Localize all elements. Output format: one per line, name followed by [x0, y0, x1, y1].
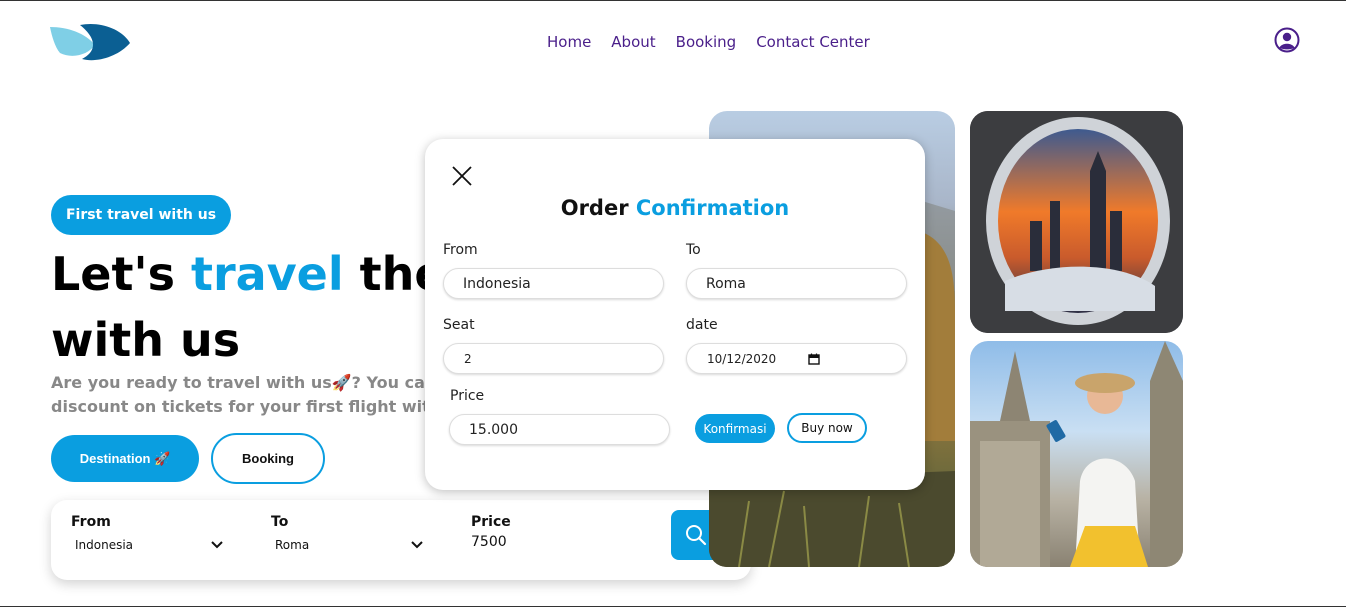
search-price-label: Price — [471, 514, 511, 530]
search-icon — [686, 525, 707, 546]
first-travel-badge[interactable]: First travel with us — [51, 195, 231, 235]
nav-about[interactable]: About — [611, 33, 655, 51]
modal-to-label: To — [686, 242, 701, 258]
modal-date-label: date — [686, 317, 718, 333]
modal-title-part1: Order — [560, 196, 636, 220]
close-icon[interactable] — [451, 165, 473, 187]
search-to-select[interactable]: Roma — [275, 538, 423, 552]
hero-title-part1: Let's — [51, 247, 191, 301]
hero-title-line2: with us — [51, 313, 241, 367]
modal-seat-input[interactable]: 2 — [443, 343, 664, 374]
modal-price-label: Price — [450, 388, 485, 404]
hero-subtitle: Are you ready to travel with us🚀? You ca… — [51, 371, 468, 419]
modal-to-input[interactable]: Roma — [686, 268, 907, 299]
search-card: From Indonesia To Roma Price 7500 — [51, 500, 751, 580]
konfirmasi-button[interactable]: Konfirmasi — [695, 414, 775, 443]
chevron-down-icon — [411, 541, 423, 549]
nav-booking[interactable]: Booking — [676, 33, 737, 51]
search-to-value: Roma — [275, 538, 310, 552]
search-from-value: Indonesia — [75, 538, 134, 552]
modal-title-accent: Confirmation — [635, 196, 790, 220]
modal-price-input[interactable]: 15.000 — [449, 414, 670, 445]
travel-photo-airplane-window — [970, 111, 1183, 333]
user-icon[interactable] — [1274, 27, 1300, 53]
search-to-label: To — [271, 514, 289, 530]
travel-photo-woman-city — [970, 341, 1183, 567]
modal-date-input[interactable]: 10/12/2020 — [686, 343, 907, 374]
modal-date-value: 10/12/2020 — [707, 351, 777, 366]
hero-subtitle-line1: Are you ready to travel with us🚀? You ca… — [51, 373, 465, 392]
modal-from-input[interactable]: Indonesia — [443, 268, 664, 299]
booking-button[interactable]: Booking — [211, 433, 325, 484]
nav-contact-center[interactable]: Contact Center — [756, 33, 870, 51]
order-confirmation-modal: Order Confirmation From Indonesia To Rom… — [425, 139, 925, 490]
main-nav: Home About Booking Contact Center — [547, 33, 870, 51]
search-from-label: From — [71, 514, 111, 530]
chevron-down-icon — [211, 541, 223, 549]
modal-seat-label: Seat — [443, 317, 475, 333]
hero-title-accent: travel — [190, 247, 344, 301]
destination-button[interactable]: Destination 🚀 — [51, 435, 199, 482]
calendar-icon[interactable] — [808, 353, 820, 365]
modal-title: Order Confirmation — [425, 196, 925, 220]
hero-subtitle-line2: discount on tickets for your first fligh… — [51, 397, 468, 416]
modal-from-label: From — [443, 242, 478, 258]
logo-icon[interactable] — [50, 23, 130, 63]
search-price-value[interactable]: 7500 — [471, 534, 507, 550]
nav-home[interactable]: Home — [547, 33, 591, 51]
buy-now-button[interactable]: Buy now — [787, 413, 867, 443]
search-from-select[interactable]: Indonesia — [75, 538, 223, 552]
